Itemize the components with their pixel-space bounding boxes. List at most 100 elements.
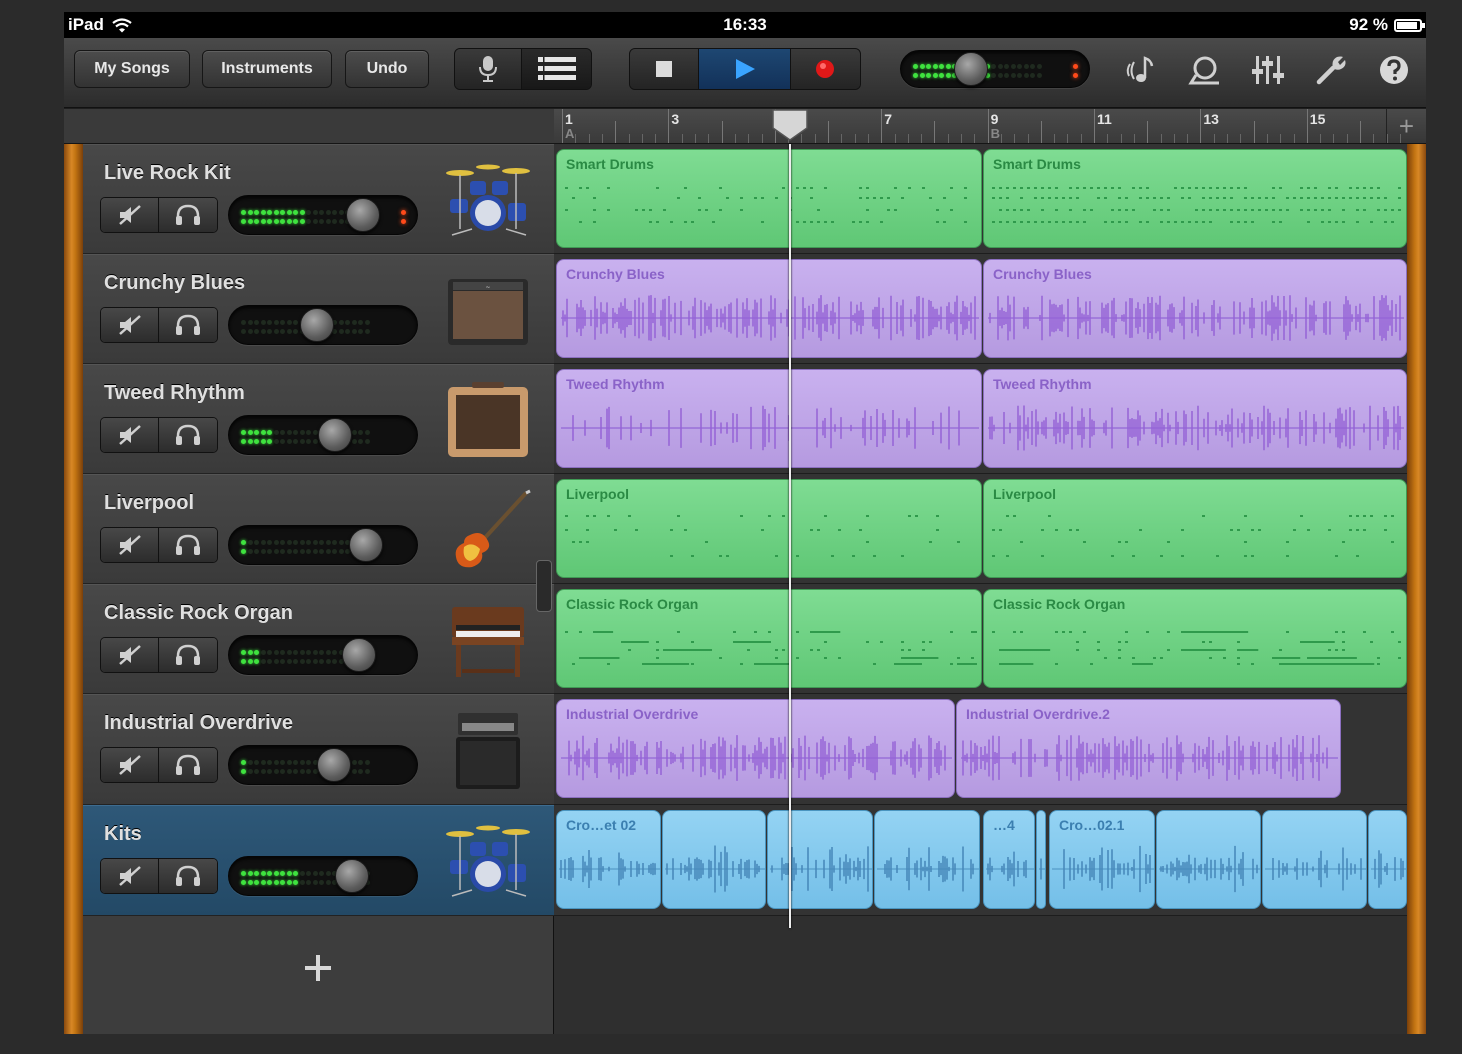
amp-stack-icon bbox=[456, 713, 520, 789]
master-volume-slider[interactable] bbox=[900, 50, 1090, 88]
region[interactable]: Industrial Overdrive.2 bbox=[956, 699, 1341, 798]
meter-led bbox=[299, 430, 305, 435]
instruments-button[interactable]: Instruments bbox=[202, 50, 332, 88]
add-section-button[interactable]: + bbox=[1386, 109, 1426, 143]
mute-button[interactable] bbox=[101, 198, 160, 232]
play-button[interactable] bbox=[699, 49, 791, 89]
settings-button[interactable] bbox=[1314, 54, 1350, 86]
instrument-thumbnail[interactable] bbox=[442, 820, 534, 904]
solo-button[interactable] bbox=[159, 308, 217, 342]
track-header[interactable]: Live Rock Kit bbox=[83, 144, 554, 254]
mute-button[interactable] bbox=[101, 748, 160, 782]
region[interactable]: Liverpool bbox=[556, 479, 982, 578]
region[interactable] bbox=[1368, 810, 1407, 909]
mute-button[interactable] bbox=[101, 859, 160, 893]
meter-led bbox=[312, 549, 318, 554]
region[interactable] bbox=[874, 810, 980, 909]
track-header[interactable]: Kits bbox=[83, 805, 554, 916]
solo-button[interactable] bbox=[159, 528, 217, 562]
ruler-beat-tick bbox=[748, 134, 750, 143]
region[interactable] bbox=[1156, 810, 1261, 909]
region[interactable]: Smart Drums bbox=[556, 149, 982, 248]
volume-knob[interactable] bbox=[318, 418, 353, 452]
volume-knob[interactable] bbox=[349, 528, 383, 562]
track-volume-slider[interactable] bbox=[228, 525, 418, 565]
meter-led bbox=[325, 650, 331, 655]
loop-button[interactable] bbox=[1186, 54, 1222, 86]
region[interactable]: Crunchy Blues bbox=[556, 259, 982, 358]
ruler-bar-line bbox=[1360, 121, 1361, 143]
track-header[interactable]: Tweed Rhythm bbox=[83, 364, 554, 474]
instrument-thumbnail[interactable] bbox=[442, 709, 534, 793]
region[interactable]: Crunchy Blues bbox=[983, 259, 1407, 358]
region[interactable] bbox=[767, 810, 873, 909]
instrument-thumbnail[interactable]: ~ bbox=[442, 269, 534, 353]
instrument-thumbnail[interactable] bbox=[442, 489, 534, 573]
playhead-handle[interactable] bbox=[771, 108, 809, 142]
solo-button[interactable] bbox=[159, 198, 217, 232]
region[interactable]: Classic Rock Organ bbox=[556, 589, 982, 688]
solo-button[interactable] bbox=[159, 638, 217, 672]
track-volume-slider[interactable] bbox=[228, 195, 418, 235]
stop-button[interactable] bbox=[630, 49, 700, 89]
instrument-thumbnail[interactable] bbox=[442, 379, 534, 463]
header-resize-handle[interactable] bbox=[536, 560, 552, 612]
mute-button[interactable] bbox=[101, 418, 160, 452]
track-header[interactable]: Industrial Overdrive bbox=[83, 694, 554, 805]
track-name: Crunchy Blues bbox=[104, 272, 246, 294]
microphone-button[interactable] bbox=[455, 49, 523, 89]
meter-led bbox=[306, 540, 311, 545]
mute-button[interactable] bbox=[101, 638, 160, 672]
track-header[interactable]: Classic Rock Organ bbox=[83, 584, 554, 694]
help-button[interactable] bbox=[1376, 54, 1412, 86]
instrument-thumbnail[interactable] bbox=[442, 599, 534, 683]
volume-knob[interactable] bbox=[300, 308, 334, 342]
meter-led bbox=[293, 650, 298, 655]
track-volume-slider[interactable] bbox=[228, 635, 418, 675]
region[interactable]: Tweed Rhythm bbox=[556, 369, 982, 468]
meter-led bbox=[319, 659, 324, 664]
region[interactable]: Industrial Overdrive bbox=[556, 699, 955, 798]
region[interactable]: Smart Drums bbox=[983, 149, 1407, 248]
volume-knob[interactable] bbox=[953, 52, 988, 86]
region[interactable]: Tweed Rhythm bbox=[983, 369, 1407, 468]
solo-button[interactable] bbox=[159, 859, 217, 893]
ruler-bar-line bbox=[615, 121, 617, 143]
track-volume-slider[interactable] bbox=[228, 856, 418, 896]
region[interactable]: Classic Rock Organ bbox=[983, 589, 1407, 688]
headphones-icon bbox=[176, 754, 200, 775]
region[interactable]: …4 bbox=[983, 810, 1035, 909]
undo-button[interactable]: Undo bbox=[345, 50, 429, 88]
volume-knob[interactable] bbox=[316, 748, 351, 782]
volume-knob[interactable] bbox=[342, 638, 376, 672]
meter-led bbox=[945, 73, 951, 78]
meter-led bbox=[293, 540, 298, 545]
instrument-thumbnail[interactable] bbox=[442, 159, 534, 243]
mute-button[interactable] bbox=[101, 308, 160, 342]
region[interactable]: Liverpool bbox=[983, 479, 1407, 578]
tracks-view-button[interactable] bbox=[522, 49, 591, 89]
region[interactable]: Cro…02.1 bbox=[1049, 810, 1155, 909]
solo-button[interactable] bbox=[159, 748, 217, 782]
ruler-bar-number: 13 bbox=[1203, 111, 1219, 127]
track-header[interactable]: Crunchy Blues ~ bbox=[83, 254, 554, 364]
track-volume-slider[interactable] bbox=[228, 415, 418, 455]
metronome-button[interactable] bbox=[1122, 54, 1158, 86]
region[interactable] bbox=[662, 810, 766, 909]
track-header[interactable]: Liverpool bbox=[83, 474, 554, 584]
record-button[interactable] bbox=[790, 49, 860, 89]
timeline-ruler[interactable]: + 13579111315AB bbox=[554, 109, 1426, 144]
mute-button[interactable] bbox=[101, 528, 160, 562]
add-track-button[interactable]: + bbox=[294, 944, 342, 992]
my-songs-button[interactable]: My Songs bbox=[74, 50, 190, 88]
track-volume-slider[interactable] bbox=[228, 305, 418, 345]
volume-knob[interactable] bbox=[346, 198, 381, 232]
region[interactable] bbox=[1036, 810, 1046, 909]
region[interactable] bbox=[1262, 810, 1367, 909]
mixer-button[interactable] bbox=[1250, 54, 1286, 86]
volume-knob[interactable] bbox=[335, 859, 369, 893]
solo-button[interactable] bbox=[159, 418, 217, 452]
track-volume-slider[interactable] bbox=[228, 745, 418, 785]
region[interactable]: Cro…et 02 bbox=[556, 810, 661, 909]
ruler-beat-tick bbox=[1054, 134, 1056, 143]
